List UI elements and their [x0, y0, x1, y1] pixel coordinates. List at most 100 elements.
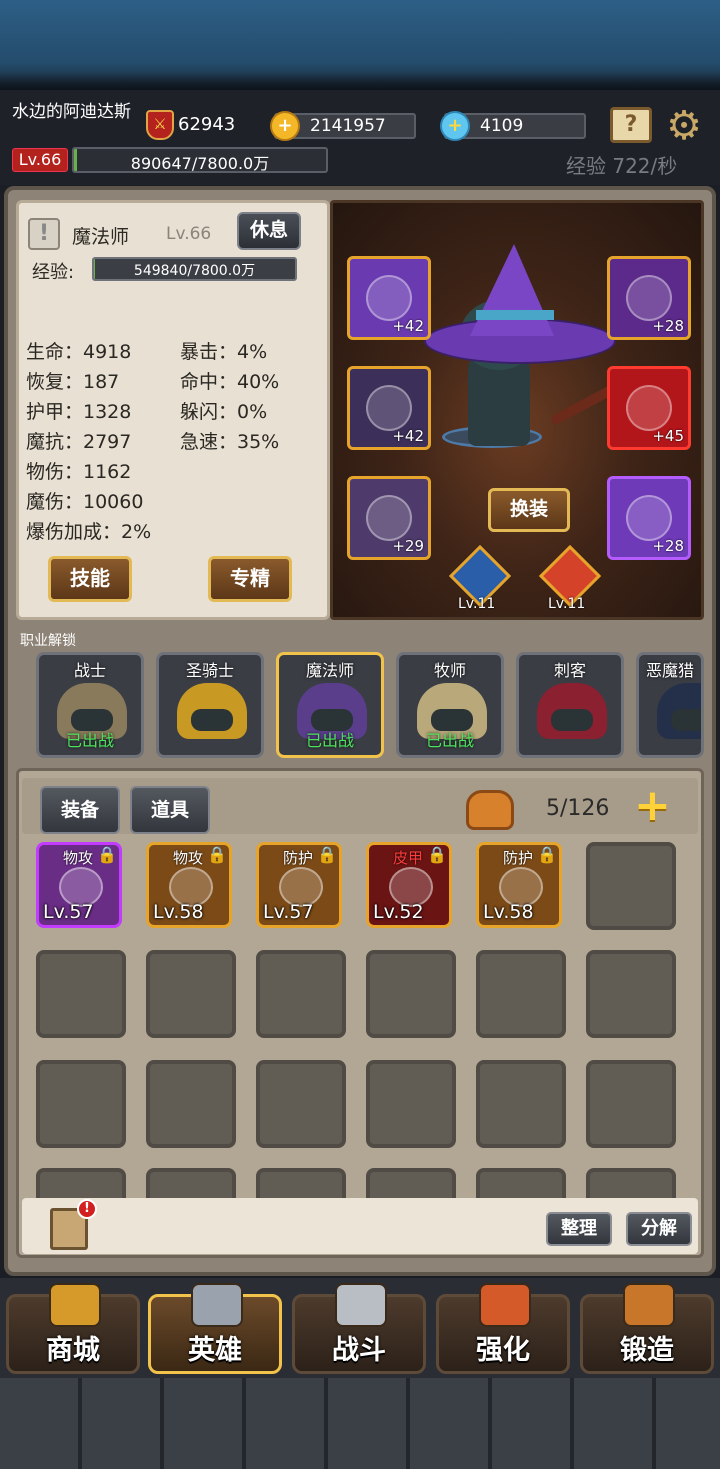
stat-right-2: 躲闪：0% [180, 401, 268, 423]
chest-icon [49, 1283, 101, 1327]
equip-bonus-4: +29 [392, 537, 424, 555]
hero-class-name: 魔法师 [72, 226, 130, 248]
nav-swords[interactable]: 战斗 [292, 1283, 426, 1374]
inventory-empty-cell[interactable] [586, 1060, 676, 1148]
class-face-icon [671, 709, 701, 731]
gold-add-icon[interactable]: + [270, 111, 300, 141]
class-card-5[interactable]: 恶魔猎 [636, 652, 704, 758]
inventory-item-1[interactable]: 物攻 🔒 Lv.58 [146, 842, 232, 928]
settings-gear-icon[interactable]: ⚙ [662, 104, 706, 148]
top-banner [0, 0, 720, 90]
item-tag-1: 物攻 [173, 849, 204, 867]
inventory-empty-cell[interactable] [476, 950, 566, 1038]
lock-icon: 🔒 [97, 845, 117, 864]
specialize-button[interactable]: 专精 [208, 556, 292, 602]
inventory-cell-partial [36, 1168, 126, 1198]
stat-right-0: 暴击：4% [180, 341, 268, 363]
emblem-slot-1[interactable]: Lv.11 [448, 544, 512, 612]
skills-button[interactable]: 技能 [48, 556, 132, 602]
change-outfit-button[interactable]: 换装 [488, 488, 570, 532]
equip-bonus-5: +28 [652, 537, 684, 555]
player-exp-text: 890647/7800.0万 [130, 154, 270, 173]
inventory-item-4[interactable]: 防护 🔒 Lv.58 [476, 842, 562, 928]
hero-exp-bar: 549840/7800.0万 [92, 257, 297, 281]
nav-forge[interactable]: 锻造 [580, 1283, 714, 1374]
inventory-item-3[interactable]: 皮甲 🔒 Lv.52 [366, 842, 452, 928]
class-card-0[interactable]: 战士 已出战 [36, 652, 144, 758]
sort-button[interactable]: 整理 [546, 1212, 612, 1246]
stat-left-5: 魔伤：10060 [26, 491, 144, 513]
lock-icon: 🔒 [537, 845, 557, 864]
class-status-3: 已出战 [425, 731, 474, 750]
equip-slot-3[interactable]: +45 [607, 366, 691, 450]
inventory-empty-cell[interactable] [36, 1060, 126, 1148]
inventory-empty-cell[interactable] [366, 950, 456, 1038]
class-card-4[interactable]: 刺客 [516, 652, 624, 758]
inventory-cell-partial [366, 1168, 456, 1198]
class-card-1[interactable]: 圣骑士 [156, 652, 264, 758]
inventory-empty-cell[interactable] [36, 950, 126, 1038]
stat-left-3: 魔抗：2797 [26, 431, 132, 453]
emblem-level-2: Lv.11 [548, 596, 586, 612]
tab-equipment[interactable]: 装备 [40, 786, 120, 834]
rest-button[interactable]: 休息 [237, 212, 301, 250]
item-level-2: Lv.57 [263, 901, 314, 923]
class-card-2[interactable]: 魔法师 已出战 [276, 652, 384, 758]
item-tag-3: 皮甲 [393, 849, 424, 867]
class-status-0: 已出战 [65, 731, 114, 750]
nav-label-0: 商城 [46, 1335, 100, 1366]
class-name-0: 战士 [73, 661, 106, 680]
inventory-item-0[interactable]: 物攻 🔒 Lv.57 [36, 842, 122, 928]
nav-label-1: 英雄 [188, 1335, 242, 1366]
boots-icon [366, 495, 412, 541]
class-card-3[interactable]: 牧师 已出战 [396, 652, 504, 758]
guide-book-icon[interactable]: ? [610, 107, 652, 143]
expand-bag-icon[interactable]: + [634, 784, 684, 830]
inventory-empty-cell[interactable] [256, 1060, 346, 1148]
class-name-1: 圣骑士 [185, 661, 234, 680]
equip-slot-4[interactable]: +29 [347, 476, 431, 560]
nav-helmet[interactable]: 英雄 [148, 1283, 282, 1374]
equip-slot-0[interactable]: +42 [347, 256, 431, 340]
item-level-3: Lv.52 [373, 901, 424, 923]
info-alert-icon[interactable]: ! [28, 218, 60, 250]
diamond-box[interactable]: + 4109 [440, 111, 586, 141]
equip-slot-2[interactable]: +42 [347, 366, 431, 450]
emblem-level-1: Lv.11 [458, 596, 496, 612]
power-value: 62943 [178, 114, 236, 135]
gold-box[interactable]: + 2141957 [270, 111, 416, 141]
lock-icon: 🔒 [427, 845, 447, 864]
nav-chest[interactable]: 商城 [6, 1283, 140, 1374]
inventory-empty-cell[interactable] [146, 950, 236, 1038]
nav-label-2: 战斗 [332, 1335, 386, 1366]
inventory-empty-cell[interactable] [256, 950, 346, 1038]
power-icon: ⚔ [146, 110, 174, 140]
inventory-item-2[interactable]: 防护 🔒 Lv.57 [256, 842, 342, 928]
class-face-icon [191, 709, 233, 731]
nav-hammer[interactable]: 强化 [436, 1283, 570, 1374]
inventory-empty-cell[interactable] [366, 1060, 456, 1148]
equip-slot-1[interactable]: +28 [607, 256, 691, 340]
inventory-empty-cell[interactable] [586, 842, 676, 930]
hero-level: Lv.66 [166, 224, 212, 244]
amulet-icon [626, 275, 672, 321]
class-status-2: 已出战 [305, 731, 354, 750]
inventory-empty-cell[interactable] [146, 1060, 236, 1148]
notebook-icon[interactable]: ! [50, 1199, 97, 1250]
diamond-add-icon[interactable]: + [440, 111, 470, 141]
equip-bonus-3: +45 [652, 427, 684, 445]
emblem-slot-2[interactable]: Lv.11 [538, 544, 602, 612]
notification-badge-icon: ! [77, 1199, 97, 1219]
inventory-empty-cell[interactable] [476, 1060, 566, 1148]
decompose-button[interactable]: 分解 [626, 1212, 692, 1246]
nav-label-3: 强化 [476, 1335, 530, 1366]
item-level-4: Lv.58 [483, 901, 534, 923]
wizard-hat-cone [470, 244, 554, 336]
forge-icon [623, 1283, 675, 1327]
class-name-3: 牧师 [433, 661, 466, 680]
tab-items[interactable]: 道具 [130, 786, 210, 834]
inventory-empty-cell[interactable] [586, 950, 676, 1038]
hero-exp-label: 经验: [32, 262, 75, 283]
equip-slot-5[interactable]: +28 [607, 476, 691, 560]
diamond-value: 4109 [480, 116, 524, 136]
